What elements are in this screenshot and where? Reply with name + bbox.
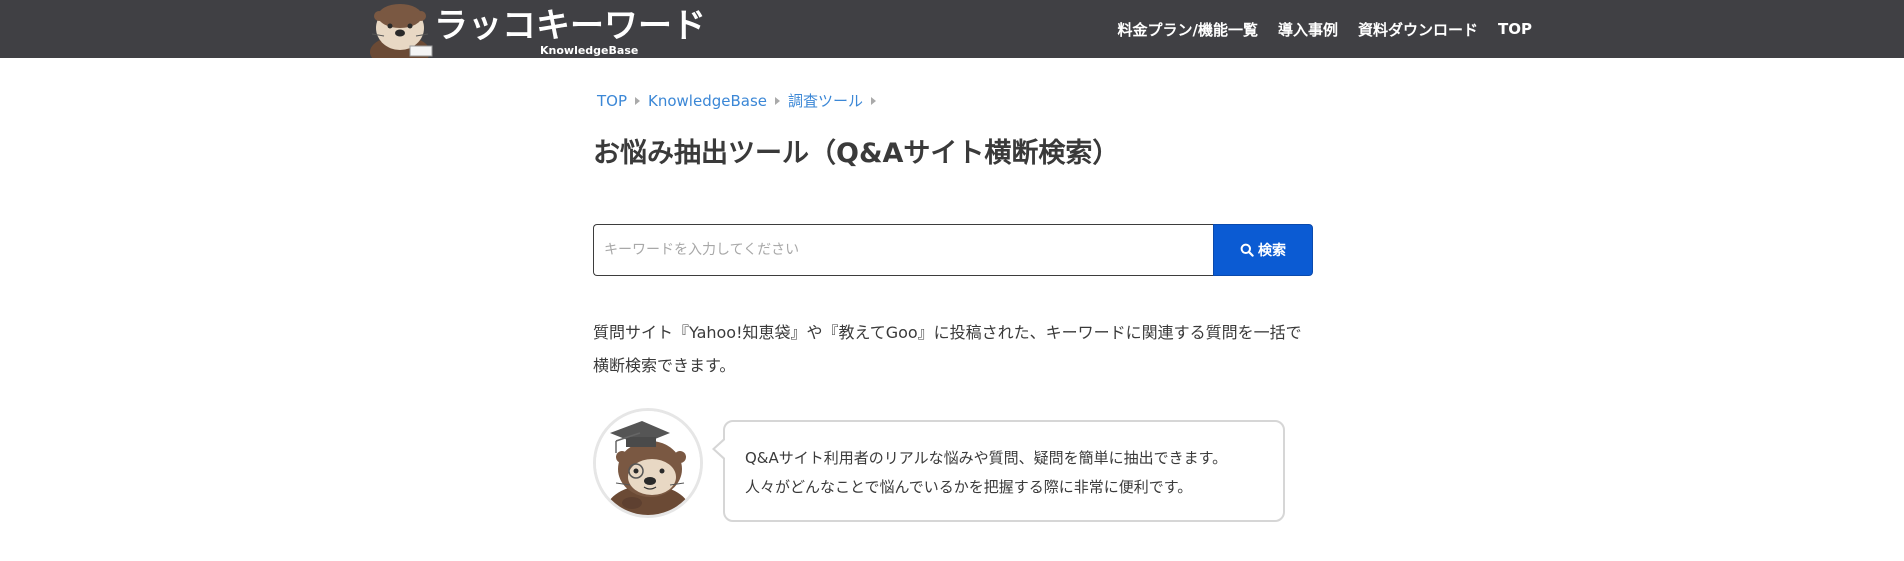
breadcrumb: TOP KnowledgeBase 調査ツール (597, 92, 877, 110)
breadcrumb-top[interactable]: TOP (597, 92, 627, 110)
breadcrumb-knowledgebase[interactable]: KnowledgeBase (648, 92, 767, 110)
breadcrumb-chevron-icon (871, 97, 877, 105)
breadcrumb-chevron-icon (775, 97, 780, 105)
speech-line: 人々がどんなことで悩んでいるかを把握する際に非常に便利です。 (745, 478, 1193, 496)
nav-link-top[interactable]: TOP (1498, 20, 1532, 38)
page-title: お悩み抽出ツール（Q&Aサイト横断検索） (593, 138, 1120, 169)
nav-link-case-studies[interactable]: 導入事例 (1278, 19, 1338, 40)
breadcrumb-research-tools[interactable]: 調査ツール (788, 92, 863, 110)
search-button-label: 検索 (1258, 243, 1286, 259)
speech-line: Q&Aサイト利用者のリアルな悩みや質問、疑問を簡単に抽出できます。 (745, 449, 1228, 467)
logo-subtitle: KnowledgeBase (540, 44, 639, 57)
site-header: ラッコキーワード KnowledgeBase 料金プラン/機能一覧 導入事例 資… (0, 0, 1904, 58)
speech-bubble: Q&Aサイト利用者のリアルな悩みや質問、疑問を簡単に抽出できます。 人々がどんな… (723, 420, 1285, 522)
global-nav: 料金プラン/機能一覧 導入事例 資料ダウンロード TOP (1118, 0, 1533, 58)
speech-bubble-tail-fill (715, 440, 725, 458)
search-icon (1240, 243, 1254, 257)
tool-description: 質問サイト『Yahoo!知恵袋』や『教えてGoo』に投稿された、キーワードに関連… (593, 323, 1302, 375)
speech-section: Q&Aサイト利用者のリアルな悩みや質問、疑問を簡単に抽出できます。 人々がどんな… (593, 408, 1313, 528)
nav-link-pricing[interactable]: 料金プラン/機能一覧 (1118, 19, 1258, 40)
search-input[interactable] (593, 224, 1213, 276)
otter-professor-avatar (593, 408, 703, 518)
site-logo[interactable]: ラッコキーワード KnowledgeBase (366, 0, 706, 58)
logo-title: ラッコキーワード (434, 6, 706, 46)
search-form: 検索 (593, 224, 1313, 276)
breadcrumb-chevron-icon (635, 97, 641, 105)
otter-professor-icon (596, 411, 700, 515)
otter-logo-icon (370, 4, 433, 58)
nav-link-downloads[interactable]: 資料ダウンロード (1358, 19, 1478, 40)
search-button[interactable]: 検索 (1213, 224, 1313, 276)
